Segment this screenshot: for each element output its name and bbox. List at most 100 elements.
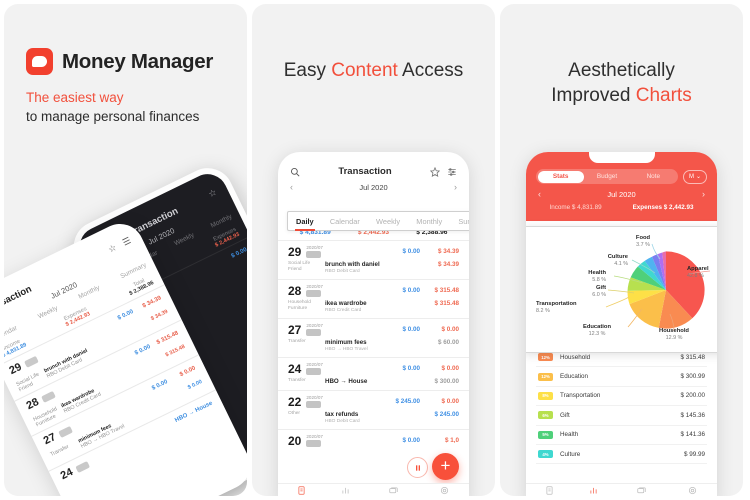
row-value: $ 0.00 — [187, 378, 204, 391]
mock-dark-tab-daily[interactable]: Daily — [101, 270, 118, 283]
mock-dark-tabs[interactable]: Daily Calendar Weekly Monthly — [94, 210, 242, 289]
table-row[interactable]: 29 2020/07 $ 0.00 $ 34.39 Social Life Fr… — [278, 240, 469, 279]
table-row[interactable]: 27 $ 0.00 $ 0.00 — [31, 354, 208, 455]
list-item[interactable]: 4% Culture $ 99.99 — [536, 445, 707, 465]
row-expense: $ 0.00 — [441, 365, 459, 372]
headline-pre: Improved — [551, 85, 636, 107]
segment-note[interactable]: Note — [630, 171, 676, 183]
table-row[interactable]: 29 $ 0.00 — [106, 235, 247, 325]
headline-highlight: Content — [331, 60, 398, 81]
row-category: Transfer — [288, 339, 306, 344]
add-transaction-button[interactable]: + — [432, 453, 459, 480]
nav-item-trans[interactable]: Trans. — [295, 482, 307, 496]
search-icon[interactable] — [290, 167, 300, 177]
nav-item-stats[interactable]: Stats — [589, 482, 599, 496]
row-day: 29 — [7, 360, 24, 378]
star-icon[interactable]: ☆ — [207, 187, 219, 200]
row-title: brunch with daniel — [325, 261, 380, 268]
chevron-right-icon[interactable]: › — [702, 189, 705, 199]
tab-summary[interactable]: Summary — [458, 217, 469, 226]
panel2-headline: Easy Content Access — [252, 4, 495, 83]
pause-icon[interactable] — [407, 457, 428, 478]
list-item[interactable]: 5% Health $ 141.36 — [536, 426, 707, 445]
weekday-chip — [24, 355, 39, 368]
row-expense: $ 1,0 — [444, 437, 459, 444]
mock-dark-tab-calendar[interactable]: Calendar — [132, 250, 159, 268]
table-row[interactable]: 20 2020/07 $ 0.00 $ 1,0 — [278, 429, 469, 449]
list-item[interactable]: 6% Gift $ 145.36 — [536, 406, 707, 426]
table-row[interactable]: 22 2020/07 $ 245.00 $ 0.00 Other tax ref… — [278, 390, 469, 429]
segment-budget[interactable]: Budget — [584, 171, 630, 183]
pie-label-health-name: Health — [588, 270, 606, 276]
mock-light-tab-monthly[interactable]: Monthly — [77, 284, 101, 300]
nav-item-settings[interactable]: Settings — [685, 482, 700, 496]
row-account: HBO → HBO Travel — [325, 347, 368, 352]
segment-stats[interactable]: Stats — [537, 170, 584, 183]
star-icon[interactable]: ☆ — [106, 242, 118, 255]
filter-icon[interactable]: ☰ — [121, 235, 133, 248]
mock-light-tab-calendar[interactable]: Calendar — [4, 325, 18, 343]
search-icon[interactable]: ⚲ — [90, 244, 101, 257]
table-row[interactable]: 24 2020/07 $ 0.00 $ 0.00 Transfer HBO → … — [278, 357, 469, 390]
phone-mockup-light: Transaction ☆ ☰ Jul 2020 Calendar Weekly… — [4, 215, 247, 496]
nav-item-trans[interactable]: Trans. — [543, 482, 555, 496]
mock-dark-tab-monthly[interactable]: Monthly — [210, 213, 234, 229]
transaction-list: 29 2020/07 $ 0.00 $ 34.39 Social Life Fr… — [278, 240, 469, 449]
table-row[interactable]: 24 HBO → House — [48, 389, 225, 490]
tab-monthly[interactable]: Monthly — [416, 217, 442, 226]
tab-calendar[interactable]: Calendar — [330, 217, 360, 226]
segmented-control[interactable]: Stats Budget Note — [536, 169, 678, 184]
headline-line1: Aesthetically — [568, 60, 675, 81]
row-day: 27 — [288, 322, 302, 337]
pie-label-transportation: Transportation 8.2 % — [536, 300, 604, 316]
star-icon[interactable] — [429, 166, 440, 177]
mock-dark-title: Transaction — [127, 205, 181, 239]
gear-icon — [688, 486, 696, 495]
weekday-chip — [306, 251, 322, 258]
row-value: $ 34.39 — [150, 308, 169, 323]
row-day: 20 — [288, 433, 302, 448]
table-row[interactable]: 29 $ 0.00 $ 34.39 — [4, 284, 174, 385]
list-item[interactable]: 8% Transportation $ 200.00 — [536, 387, 707, 407]
list-item[interactable]: 12% Education $ 300.99 — [536, 367, 707, 387]
table-row[interactable]: 28 $ 0.00 $ 315.48 — [14, 319, 191, 420]
row-value: $ 315.48 — [434, 300, 459, 307]
mock-light-tab-summary[interactable]: Summary — [119, 262, 147, 280]
row-title: minimum fees — [325, 339, 367, 346]
category-percent-badge: 8% — [538, 391, 553, 400]
phone-notch — [588, 152, 655, 163]
table-row[interactable]: 27 2020/07 $ 0.00 $ 0.00 Transfer minimu… — [278, 318, 469, 357]
category-name: Education — [560, 373, 589, 381]
mock-dark-tab-weekly[interactable]: Weekly — [173, 232, 195, 248]
mode-button[interactable]: M ⌄ — [682, 169, 707, 184]
weekday-chip — [133, 295, 148, 308]
tab-weekly[interactable]: Weekly — [376, 217, 400, 226]
bottom-nav: Trans. Stats Accounts Settings — [526, 483, 717, 496]
tab-daily[interactable]: Daily — [295, 217, 315, 231]
weekday-chip — [41, 390, 56, 403]
filter-icon[interactable] — [447, 167, 457, 177]
mock-light-month: Jul 2020 — [49, 280, 79, 301]
pie-chart-card: Food 3.7 % Culture 4.1 % Health 5.8 % Gi… — [526, 226, 717, 353]
nav-item-accounts[interactable]: Accounts — [385, 482, 402, 496]
panel-charts: Aesthetically Improved Charts Stats Budg… — [500, 4, 743, 496]
row-category: Social Life Friend — [288, 261, 311, 273]
mode-button-label: M — [688, 173, 694, 180]
row-date: 2020/07 — [306, 395, 323, 400]
mock-light-tabs[interactable]: Calendar Weekly Monthly Summary — [4, 258, 156, 349]
category-name: Gift — [560, 411, 570, 419]
nav-item-stats[interactable]: Stats — [341, 482, 351, 496]
tab-bar-highlighted: Daily Calendar Weekly Monthly Summary — [287, 211, 469, 231]
category-percent-badge: 12% — [538, 353, 553, 362]
nav-item-accounts[interactable]: Accounts — [633, 482, 650, 496]
weekday-chip — [75, 460, 91, 473]
nav-item-settings[interactable]: Settings — [437, 482, 452, 496]
row-income: $ 0.00 — [402, 437, 420, 444]
chevron-right-icon[interactable]: › — [454, 182, 457, 192]
row-date: 2020/07 — [306, 434, 323, 439]
income-expense-row: Income $ 4,831.89 Expenses $ 2,442.93 — [526, 202, 717, 213]
row-income: $ 0.00 — [133, 343, 152, 357]
table-row[interactable]: 28 2020/07 $ 0.00 $ 315.48 Household Fur… — [278, 279, 469, 318]
mock-light-tab-weekly[interactable]: Weekly — [37, 305, 59, 321]
phone-screen-transactions: Transaction ‹ Jul 2020 › Income $ 4,831.… — [278, 152, 469, 496]
